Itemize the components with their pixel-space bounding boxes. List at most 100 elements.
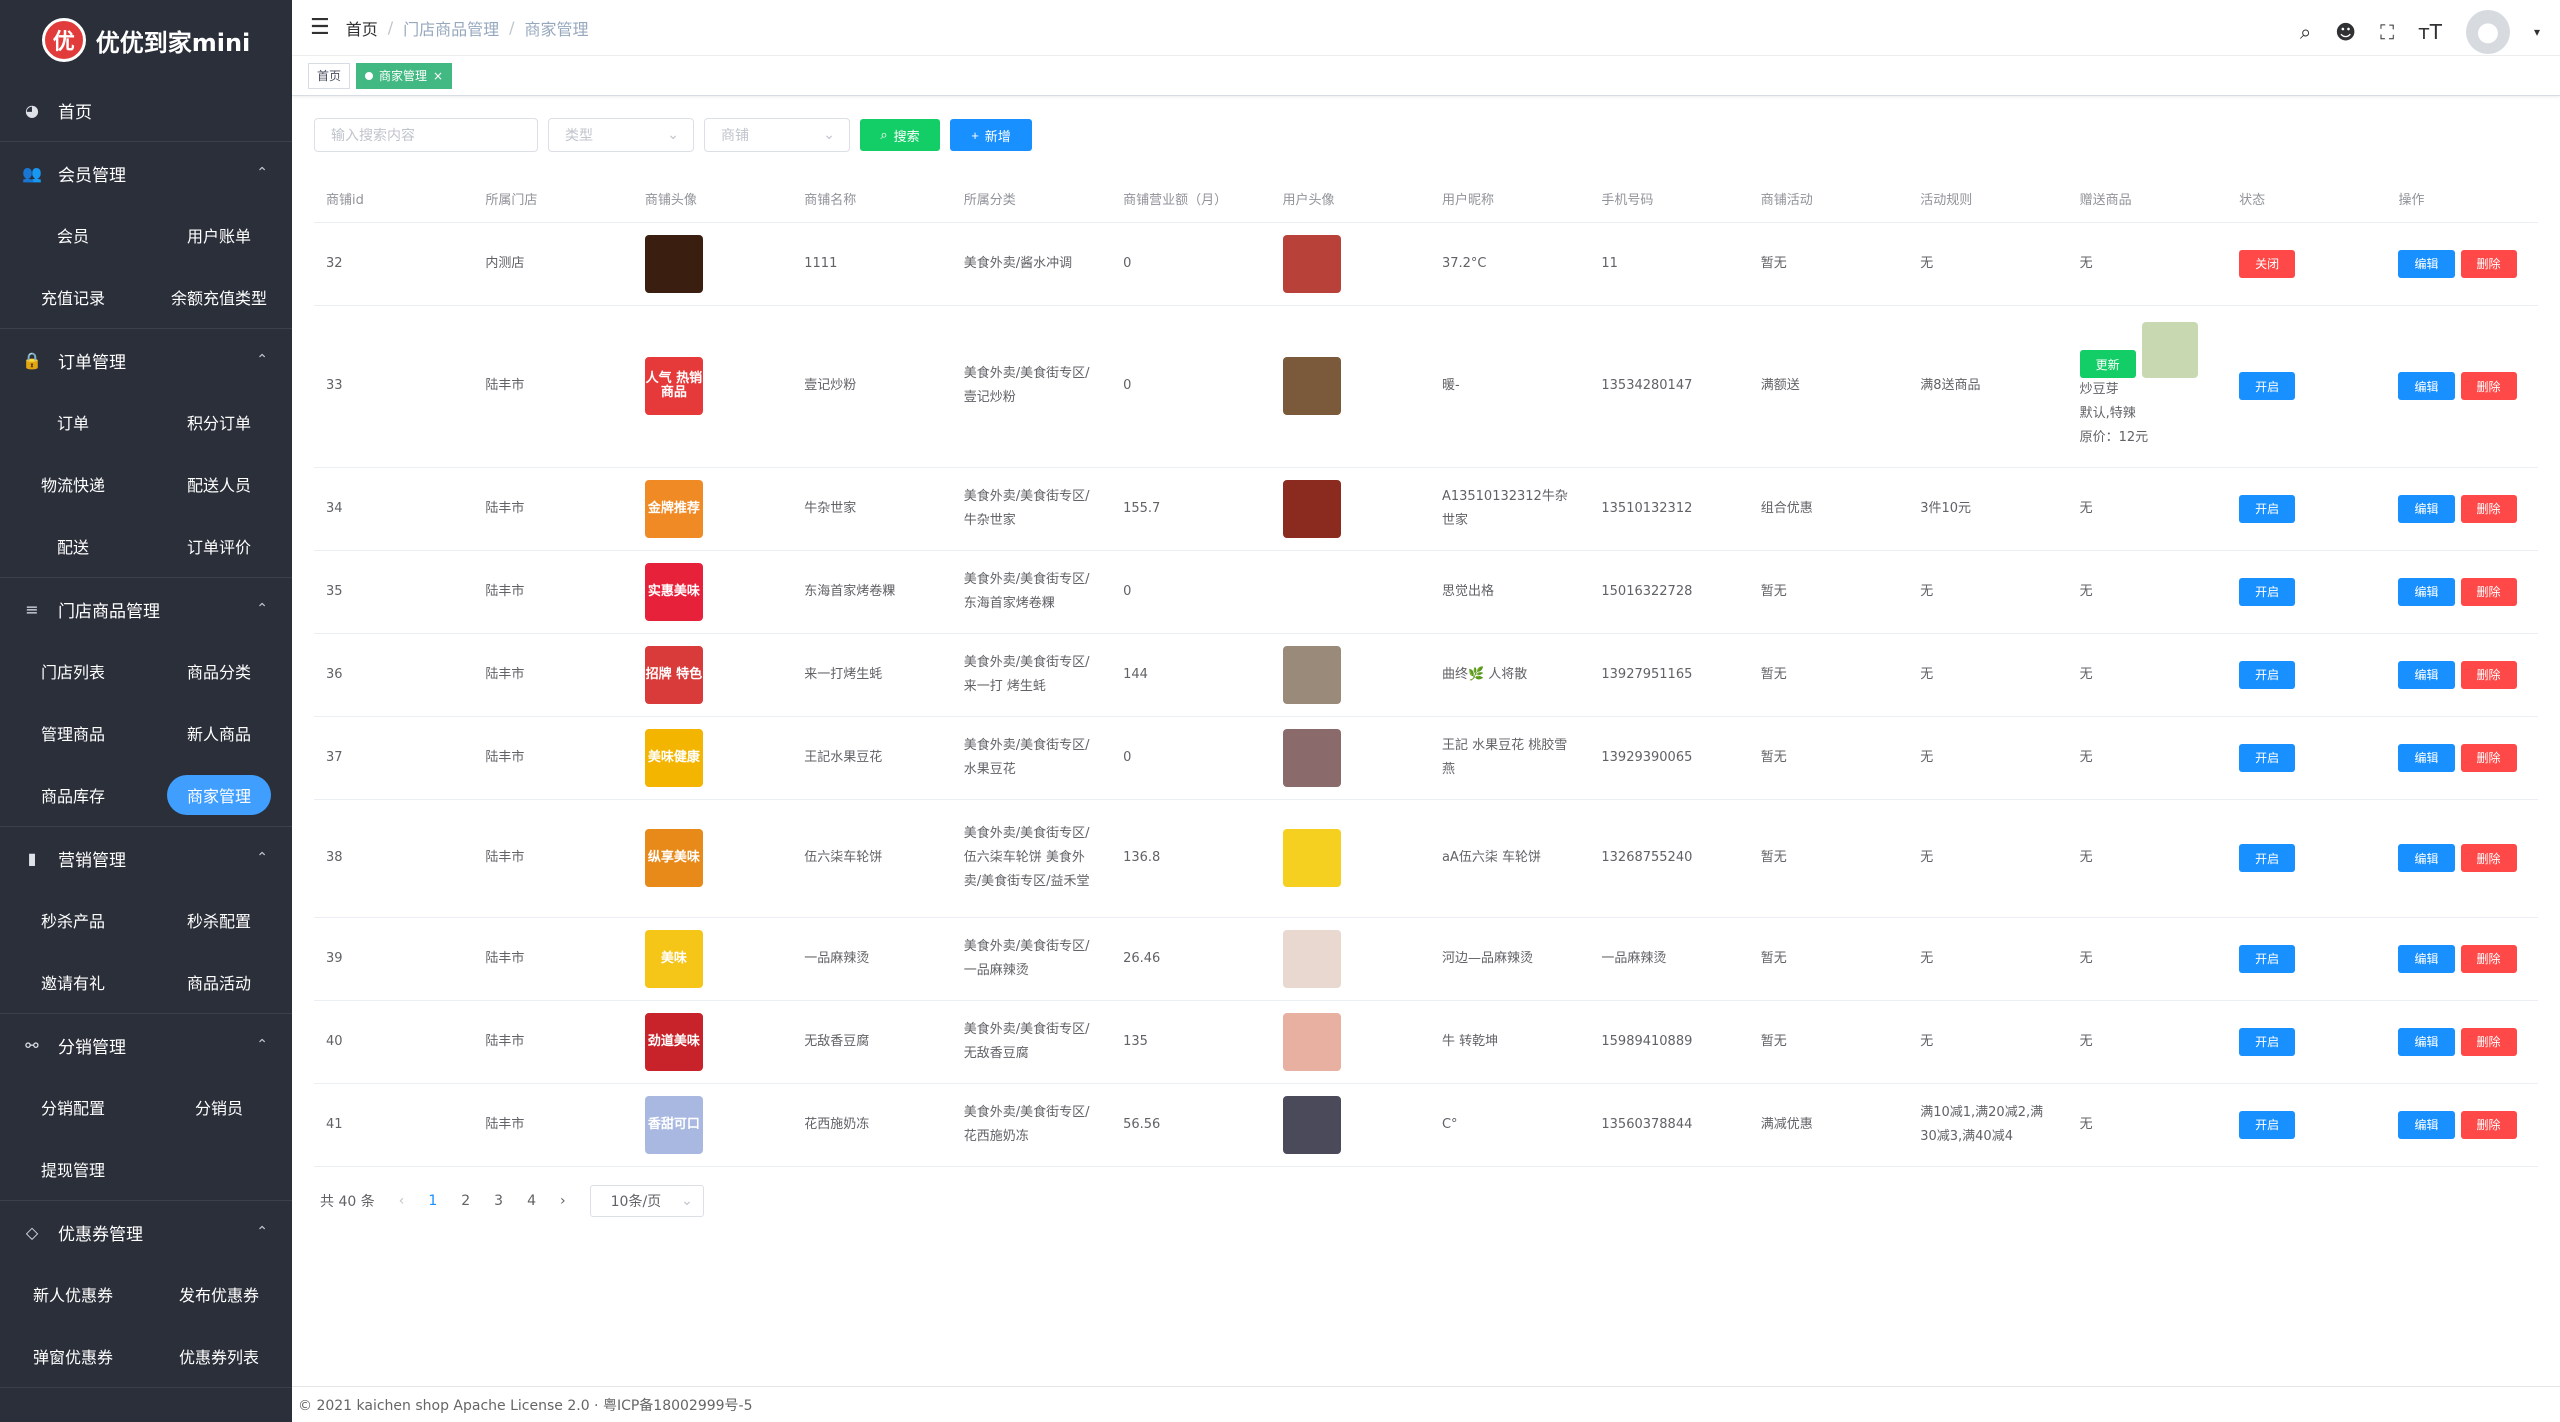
sidebar-item[interactable]: 用户账单 xyxy=(146,204,292,266)
sidebar-group-3[interactable]: ▮ 营销管理 ⌃ xyxy=(0,827,292,889)
sidebar-item[interactable]: 余额充值类型 xyxy=(146,266,292,328)
status-toggle-button[interactable]: 开启 xyxy=(2239,577,2296,606)
sidebar-item[interactable]: 积分订单 xyxy=(146,391,292,453)
column-header: 所属分类 xyxy=(951,176,1112,223)
caret-down-icon[interactable]: ▾ xyxy=(2534,25,2540,39)
sidebar-item[interactable]: 会员 xyxy=(0,204,146,266)
sidebar-item[interactable]: 配送 xyxy=(0,515,146,577)
edit-button[interactable]: 编辑 xyxy=(2398,944,2455,973)
tag-home[interactable]: 首页 xyxy=(308,62,351,89)
sidebar-group-4[interactable]: ⚯ 分销管理 ⌃ xyxy=(0,1014,292,1076)
sidebar-item[interactable]: 分销配置 xyxy=(0,1076,146,1138)
next-page-icon[interactable]: › xyxy=(560,1193,566,1209)
delete-button[interactable]: 删除 xyxy=(2460,372,2517,400)
edit-button[interactable]: 编辑 xyxy=(2398,372,2455,400)
status-toggle-button[interactable]: 开启 xyxy=(2239,494,2296,523)
sidebar-item[interactable]: 邀请有礼 xyxy=(0,951,146,1013)
sidebar-item[interactable]: 新人优惠券 xyxy=(0,1263,146,1325)
cell-gift: 无 xyxy=(2067,1083,2228,1167)
sidebar-item[interactable]: 门店列表 xyxy=(0,640,146,702)
sidebar-item-home[interactable]: ◕ 首页 xyxy=(0,80,292,142)
cell-id: 36 xyxy=(314,633,474,717)
logo[interactable]: 优 优优到家mini xyxy=(0,0,292,80)
sidebar-group-0[interactable]: 👥 会员管理 ⌃ xyxy=(0,142,292,204)
footer: © 2021 kaichen shop Apache License 2.0 ·… xyxy=(292,1386,2560,1422)
sidebar-item[interactable]: 优惠券列表 xyxy=(146,1325,292,1387)
edit-button[interactable]: 编辑 xyxy=(2398,660,2455,689)
status-toggle-button[interactable]: 开启 xyxy=(2239,743,2296,772)
sidebar-item[interactable]: 商品分类 xyxy=(146,640,292,702)
cell-status: 开启 xyxy=(2227,716,2387,800)
sidebar-group-2[interactable]: ≡ 门店商品管理 ⌃ xyxy=(0,578,292,640)
sidebar-item[interactable]: 商品活动 xyxy=(146,951,292,1013)
status-toggle-button[interactable]: 开启 xyxy=(2239,1027,2296,1056)
edit-button[interactable]: 编辑 xyxy=(2398,1027,2455,1056)
edit-button[interactable]: 编辑 xyxy=(2398,577,2455,606)
search-button[interactable]: ⌕ 搜索 xyxy=(860,119,940,151)
sidebar-item[interactable]: 物流快递 xyxy=(0,453,146,515)
sidebar-group-label: 会员管理 xyxy=(58,165,126,186)
status-toggle-button[interactable]: 开启 xyxy=(2239,944,2296,973)
delete-button[interactable]: 删除 xyxy=(2460,1110,2517,1139)
hamburger-icon[interactable]: ☰ xyxy=(310,15,330,40)
sidebar-item[interactable]: 商品库存 xyxy=(0,764,146,826)
delete-button[interactable]: 删除 xyxy=(2460,1027,2517,1056)
sidebar-item[interactable]: 管理商品 xyxy=(0,702,146,764)
status-toggle-button[interactable]: 关闭 xyxy=(2239,249,2296,278)
sidebar-group-5[interactable]: ◇ 优惠券管理 ⌃ xyxy=(0,1201,292,1263)
sidebar-item[interactable]: 弹窗优惠券 xyxy=(0,1325,146,1387)
search-icon[interactable]: ⌕ xyxy=(2300,20,2311,44)
sidebar-item[interactable]: 新人商品 xyxy=(146,702,292,764)
page-number[interactable]: 1 xyxy=(428,1193,437,1209)
status-toggle-button[interactable]: 开启 xyxy=(2239,844,2296,872)
cell-actions: 编辑 删除 xyxy=(2386,1083,2538,1167)
delete-button[interactable]: 删除 xyxy=(2460,249,2517,278)
sidebar-item[interactable]: 订单 xyxy=(0,391,146,453)
font-size-icon[interactable]: ᴛT xyxy=(2418,20,2442,44)
cell-user-avatar xyxy=(1270,550,1430,634)
github-icon[interactable]: ☻ xyxy=(2335,20,2356,44)
cell-revenue: 26.46 xyxy=(1111,917,1271,1001)
edit-button[interactable]: 编辑 xyxy=(2398,743,2455,772)
delete-button[interactable]: 删除 xyxy=(2460,660,2517,689)
breadcrumb-item[interactable]: 首页 xyxy=(346,16,378,40)
shop-avatar: 人气 热销商品 xyxy=(644,357,703,415)
sidebar-item[interactable]: 发布优惠券 xyxy=(146,1263,292,1325)
sidebar-item[interactable]: 提现管理 xyxy=(0,1138,146,1200)
delete-button[interactable]: 删除 xyxy=(2460,494,2517,523)
edit-button[interactable]: 编辑 xyxy=(2398,494,2455,523)
shop-select[interactable]: 商铺 ⌄ xyxy=(704,118,850,152)
sidebar-item[interactable]: 充值记录 xyxy=(0,266,146,328)
edit-button[interactable]: 编辑 xyxy=(2398,844,2455,872)
sidebar-item[interactable]: 秒杀产品 xyxy=(0,889,146,951)
status-toggle-button[interactable]: 开启 xyxy=(2239,660,2296,689)
delete-button[interactable]: 删除 xyxy=(2460,743,2517,772)
sidebar-item[interactable]: 商家管理 xyxy=(146,764,292,826)
status-toggle-button[interactable]: 开启 xyxy=(2239,1110,2296,1139)
sidebar-item[interactable]: 分销员 xyxy=(146,1076,292,1138)
delete-button[interactable]: 删除 xyxy=(2460,944,2517,973)
search-input[interactable]: 输入搜索内容 xyxy=(314,118,538,152)
page-number[interactable]: 3 xyxy=(494,1193,503,1209)
type-select[interactable]: 类型 ⌄ xyxy=(548,118,694,152)
sidebar-item[interactable]: 订单评价 xyxy=(146,515,292,577)
avatar[interactable]: ● xyxy=(2465,10,2510,54)
delete-button[interactable]: 删除 xyxy=(2460,577,2517,606)
close-icon[interactable]: × xyxy=(433,69,443,83)
prev-page-icon[interactable]: ‹ xyxy=(399,1193,405,1209)
page-number[interactable]: 2 xyxy=(461,1193,470,1209)
cell-rule: 无 xyxy=(1908,917,2068,1001)
status-toggle-button[interactable]: 开启 xyxy=(2239,372,2296,400)
fullscreen-icon[interactable]: ⛶ xyxy=(2380,20,2394,44)
update-gift-button[interactable]: 更新 xyxy=(2079,350,2136,378)
page-number[interactable]: 4 xyxy=(527,1193,536,1209)
delete-button[interactable]: 删除 xyxy=(2460,844,2517,872)
sidebar-item[interactable]: 配送人员 xyxy=(146,453,292,515)
sidebar-item[interactable]: 秒杀配置 xyxy=(146,889,292,951)
edit-button[interactable]: 编辑 xyxy=(2398,1110,2455,1139)
sidebar-group-1[interactable]: 🔒 订单管理 ⌃ xyxy=(0,329,292,391)
tag-active[interactable]: 商家管理 × xyxy=(356,62,453,89)
edit-button[interactable]: 编辑 xyxy=(2398,249,2455,278)
page-size-select[interactable]: 10条/页 ⌄ xyxy=(589,1184,704,1217)
add-button[interactable]: + 新增 xyxy=(950,119,1032,151)
